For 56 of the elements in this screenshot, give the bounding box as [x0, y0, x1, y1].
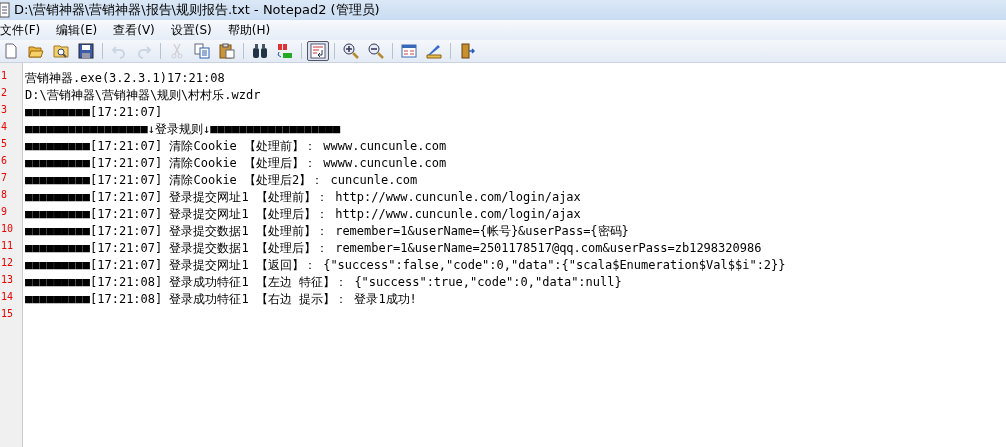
word-wrap-icon	[310, 43, 326, 59]
app-icon	[0, 2, 10, 18]
text-line: 营销神器.exe(3.2.3.1)17:21:08	[25, 71, 225, 85]
line-number: 10	[0, 222, 15, 236]
replace-icon	[277, 43, 293, 59]
line-number: 2	[0, 86, 9, 100]
text-line: ■■■■■■■■■[17:21:07]	[25, 105, 163, 119]
line-number: 3	[0, 103, 9, 117]
text-line: ■■■■■■■■■[17:21:07] 清除Cookie 【处理后2】： cuncunle.com	[25, 173, 418, 187]
redo-icon	[136, 43, 152, 59]
exit-icon	[459, 43, 475, 59]
menu-item[interactable]: 设置(S)	[164, 21, 218, 39]
menu-item[interactable]: 查看(V)	[107, 21, 161, 39]
browse-icon	[53, 43, 69, 59]
line-number: 8	[0, 188, 9, 202]
text-line: ■■■■■■■■■[17:21:08] 登录成功特征1 【左边 特征】： {"success":true,"code":0,"data":null}	[25, 275, 622, 289]
line-number: 5	[0, 137, 9, 151]
ruler-icon	[426, 43, 442, 59]
new-file-icon	[3, 43, 19, 59]
line-number: 9	[0, 205, 9, 219]
copy-icon	[194, 43, 210, 59]
window-icon	[401, 43, 417, 59]
line-number: 11	[0, 239, 15, 253]
find-icon	[252, 43, 268, 59]
text-line: ■■■■■■■■■[17:21:07] 登录提交网址1 【处理前】： http://www.cuncunle.com/login/ajax	[25, 190, 581, 204]
folder-icon	[28, 43, 44, 59]
text-line: ■■■■■■■■■[17:21:08] 登录成功特征1 【右边 提示】： 登录1成功!	[25, 292, 417, 306]
text-line: ■■■■■■■■■[17:21:07] 清除Cookie 【处理后】： wwww.cuncunle.com	[25, 156, 447, 170]
zoom-in-icon	[343, 43, 359, 59]
save-icon	[78, 43, 94, 59]
text-line: ■■■■■■■■■[17:21:07] 登录提交网址1 【返回】： {"success":false,"code":0,"data":{"scala$Enumeration$Val$$i":2}}	[25, 258, 786, 272]
line-number: 4	[0, 120, 9, 134]
line-number: 7	[0, 171, 9, 185]
word-wrap-toggle[interactable]	[307, 41, 329, 61]
menu-item[interactable]: 帮助(H)	[221, 21, 277, 39]
line-number: 12	[0, 256, 15, 270]
zoom-out-icon	[368, 43, 384, 59]
text-line: D:\营销神器\营销神器\规则\村村乐.wzdr	[25, 88, 261, 102]
line-number: 6	[0, 154, 9, 168]
toolbar-button[interactable]	[75, 41, 97, 61]
text-line: ■■■■■■■■■[17:21:07] 登录提交网址1 【处理后】： http://www.cuncunle.com/login/ajax	[25, 207, 581, 221]
line-number: 15	[0, 307, 15, 321]
line-number: 1	[0, 69, 9, 83]
toolbar-button[interactable]	[398, 41, 420, 61]
menu-item[interactable]: 编辑(E)	[50, 21, 104, 39]
paste-icon	[219, 43, 235, 59]
text-line: ■■■■■■■■■■■■■■■■■↓登录规则↓■■■■■■■■■■■■■■■■■■	[25, 122, 341, 136]
cut-icon	[169, 43, 185, 59]
undo-icon	[111, 43, 127, 59]
line-number: 13	[0, 273, 15, 287]
window-title: D:\营销神器\营销神器\报告\规则报告.txt - Notepad2 (管理员)	[14, 1, 380, 19]
text-line: ■■■■■■■■■[17:21:07] 登录提交数据1 【处理前】： remember=1&userName={帐号}&userPass={密码}	[25, 224, 629, 238]
text-line: ■■■■■■■■■[17:21:07] 登录提交数据1 【处理后】： remember=1&userName=2501178517@qq.com&userPass=zb1298320986	[25, 241, 762, 255]
text-line: ■■■■■■■■■[17:21:07] 清除Cookie 【处理前】： wwww.cuncunle.com	[25, 139, 447, 153]
line-number: 14	[0, 290, 15, 304]
menu-item[interactable]: 文件(F)	[0, 21, 47, 39]
